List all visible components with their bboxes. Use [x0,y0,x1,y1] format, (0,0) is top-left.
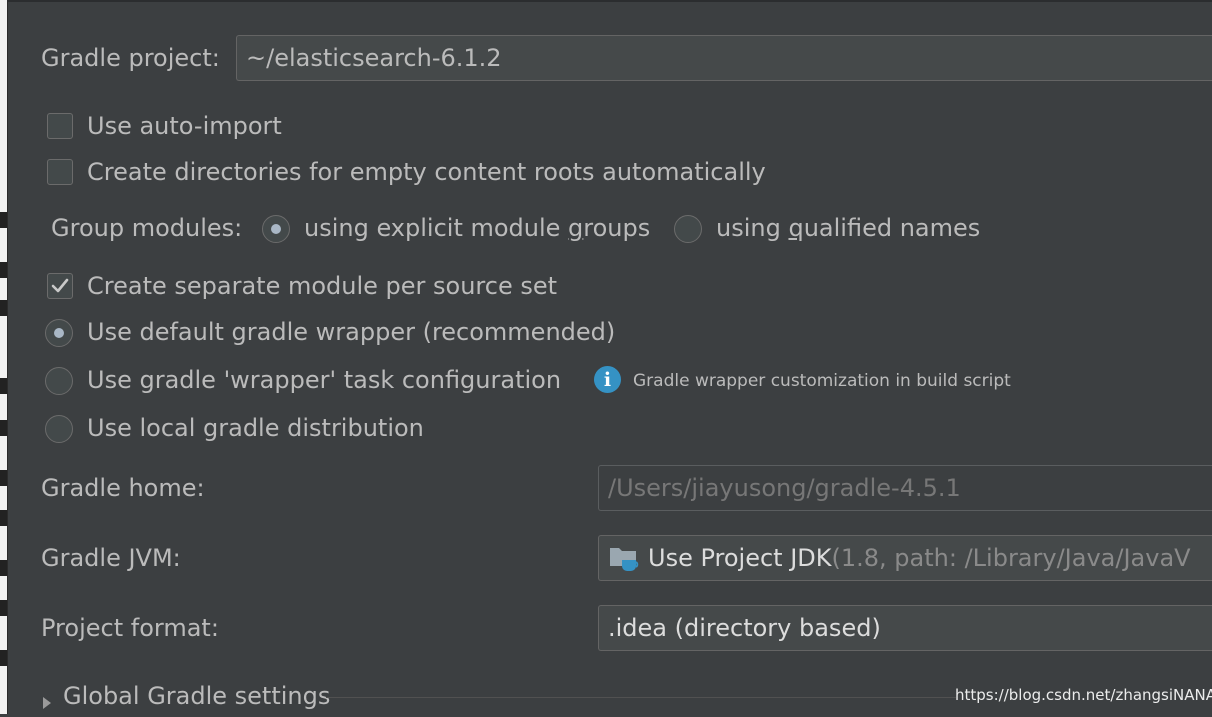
create-dirs-checkbox[interactable] [47,159,73,185]
project-format-value: .idea (directory based) [608,614,881,642]
watermark-text: https://blog.csdn.net/zhangsiNANA [955,686,1212,704]
gradle-project-label: Gradle project: [41,44,220,72]
project-format-select[interactable]: .idea (directory based) [598,605,1212,651]
jvm-value-main: Use Project JDK [648,544,832,572]
wrapper-task-label[interactable]: Use gradle 'wrapper' task configuration [87,366,561,394]
wrapper-hint-text: Gradle wrapper customization in build sc… [633,371,1011,391]
separate-module-label[interactable]: Create separate module per source set [87,272,557,300]
create-dirs-label[interactable]: Create directories for empty content roo… [87,158,766,186]
wrapper-task-radio[interactable] [45,367,73,395]
project-format-label: Project format: [41,614,219,642]
default-wrapper-radio[interactable] [45,319,73,347]
group-explicit-radio[interactable] [262,215,290,243]
gradle-home-label: Gradle home: [41,474,205,502]
gradle-project-field[interactable]: ~/elasticsearch-6.1.2 [236,35,1212,81]
expand-triangle-icon[interactable] [41,689,53,709]
background-window-strip [0,0,8,714]
global-settings-toggle[interactable]: Global Gradle settings [63,682,330,710]
group-modules-label: Group modules: [51,214,243,242]
gradle-jvm-select[interactable]: Use Project JDK (1.8, path: /Library/Jav… [598,535,1212,581]
gradle-home-value: /Users/jiayusong/gradle-4.5.1 [608,474,961,502]
group-qualified-radio[interactable] [674,215,702,243]
gradle-home-field[interactable]: /Users/jiayusong/gradle-4.5.1 [598,465,1212,511]
separate-module-checkbox[interactable] [47,273,73,299]
group-qualified-label[interactable]: using qualified names [716,214,980,242]
auto-import-checkbox[interactable] [47,113,73,139]
checkmark-icon [51,278,69,293]
radio-selected-dot [54,328,64,338]
section-separator [326,697,956,698]
default-wrapper-label[interactable]: Use default gradle wrapper (recommended) [87,318,615,346]
auto-import-label[interactable]: Use auto-import [87,112,282,140]
radio-selected-dot [271,224,281,234]
gradle-project-value: ~/elasticsearch-6.1.2 [246,44,502,72]
jdk-folder-icon [610,548,639,571]
group-explicit-label[interactable]: using explicit module groups [304,214,650,242]
local-gradle-label[interactable]: Use local gradle distribution [87,414,424,442]
local-gradle-radio[interactable] [45,415,73,443]
jvm-value-detail: (1.8, path: /Library/Java/JavaV [831,544,1191,572]
info-icon: i [594,366,621,393]
dialog-top-border [7,0,1212,2]
gradle-jvm-label: Gradle JVM: [41,544,181,572]
